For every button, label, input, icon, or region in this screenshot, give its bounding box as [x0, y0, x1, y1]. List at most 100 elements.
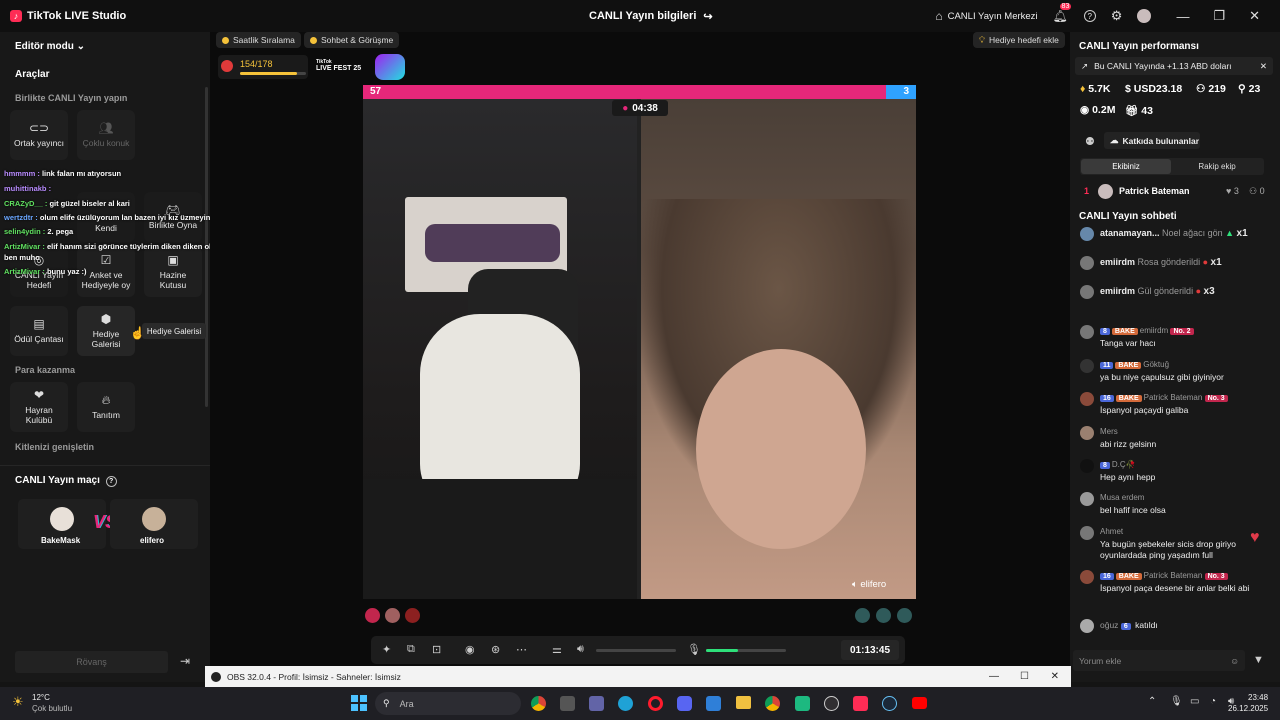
contributors-button[interactable]: ☁ Katkıda bulunanlar	[1104, 132, 1200, 149]
steam-icon[interactable]	[882, 696, 897, 711]
chat-meet-button[interactable]: Sohbet & Görüşme	[304, 32, 400, 48]
tray-mic-icon[interactable]: 🎙︎	[1170, 696, 1183, 707]
contributor-name: Patrick Bateman	[1119, 186, 1190, 196]
comment-input[interactable]: Yorum ekle ☺	[1073, 650, 1245, 671]
obs-minimize-button[interactable]: —	[989, 671, 999, 682]
mic-level-track[interactable]	[706, 649, 786, 652]
tray-network-icon[interactable]: ◔	[1210, 696, 1216, 707]
chat-comment[interactable]: Ahmet Ya bugün şebekeler sicis drop giriy…	[1080, 526, 1270, 562]
discord-icon[interactable]	[677, 696, 692, 711]
settings-icon[interactable]: ⚙	[1111, 8, 1123, 24]
youtube-icon[interactable]	[912, 697, 927, 709]
tool-reward-bag[interactable]: ▤ Ödül Çantası	[10, 306, 68, 356]
top-gifter-avatars[interactable]	[365, 608, 425, 624]
exit-icon[interactable]: ⇥	[180, 654, 190, 668]
tray-chevron-icon[interactable]: ⌃	[1148, 696, 1156, 707]
microphone-icon[interactable]: 🎙︎	[687, 643, 701, 656]
pillow	[425, 224, 560, 262]
help-icon[interactable]: ?	[1083, 10, 1096, 22]
player2-card[interactable]: elifero	[110, 499, 198, 549]
clock-time[interactable]: 23:48	[1248, 693, 1268, 702]
volume-icon[interactable]: 🔊︎	[577, 643, 584, 656]
gifter-avatar	[385, 608, 400, 623]
coin-icon	[310, 36, 317, 44]
rematch-button[interactable]: Rövanş	[15, 651, 168, 673]
teams-icon[interactable]	[589, 696, 604, 711]
store-icon[interactable]	[560, 696, 575, 711]
obs-window-titlebar[interactable]: OBS 32.0.4 - Profil: İsimsiz - Sahneler:…	[205, 666, 1071, 687]
chat-comment[interactable]: Musa erdem bel hafif ince olsa	[1080, 492, 1270, 518]
start-button[interactable]	[351, 695, 367, 711]
scene-icon[interactable]: ⧉	[407, 643, 415, 656]
taskbar-search[interactable]: ⚲ Ara	[375, 692, 521, 715]
tool-cohost[interactable]: ⊂⊃ Ortak yayıncı	[10, 110, 68, 160]
camera-effect-icon[interactable]: ⊛	[491, 643, 500, 656]
live-info-button[interactable]: CANLI Yayın bilgileri ↪	[589, 10, 713, 23]
chat-comment[interactable]: 8 BAKE emiirdm No. 2 Tanga var hacı	[1080, 325, 1270, 351]
obs-close-button[interactable]: ✕	[1051, 671, 1059, 682]
player2-avatar	[142, 507, 166, 531]
editor-mode-dropdown[interactable]: Editör modu ⌄	[15, 41, 85, 52]
gift-progress-widget[interactable]: 154/178	[218, 55, 308, 79]
obs-taskbar-icon[interactable]	[824, 696, 839, 711]
explorer-icon[interactable]	[736, 696, 751, 709]
close-button[interactable]: ✕	[1249, 8, 1260, 24]
chat-comment[interactable]: 8 D.Ç🥀 Hep aynı hepp	[1080, 459, 1270, 485]
chat-comment[interactable]: 16 BAKE Patrick Bateman No. 3 İspanyol paça…	[1080, 570, 1270, 606]
mail-icon[interactable]	[706, 696, 721, 711]
chat-comment[interactable]: 16 BAKE Patrick Bateman No. 3 İspanyol paça…	[1080, 392, 1270, 418]
opera-icon[interactable]	[648, 696, 663, 711]
clock-date[interactable]: 26.12.2025	[1228, 704, 1268, 713]
info-icon[interactable]: ?	[105, 476, 117, 487]
tool-multi-guest[interactable]: 👥︎ Çoklu konuk	[77, 110, 135, 160]
rose-gift-icon: ●	[1202, 257, 1209, 267]
tab-rival-team[interactable]: Rakip ekip	[1172, 159, 1262, 174]
rose-gift-icon: ●	[1195, 286, 1202, 296]
rose-icon	[221, 60, 233, 72]
magic-wand-icon[interactable]: ✦	[382, 643, 391, 656]
banner-close-icon[interactable]: ✕	[1260, 61, 1267, 72]
weather-temp[interactable]: 12°C	[32, 693, 50, 702]
chrome2-icon[interactable]	[765, 696, 780, 711]
contributor-row[interactable]: 1 Patrick Bateman ♥ 3 ⚇ 0	[1080, 184, 1270, 200]
tool-fan-club[interactable]: ❤︎ Hayran Kulübü	[10, 382, 68, 432]
host-video	[363, 99, 637, 599]
more-icon[interactable]: ⋯	[516, 643, 527, 656]
tiktok-taskbar-icon[interactable]	[853, 696, 868, 711]
viewers-icon: ⚇	[1196, 83, 1206, 95]
volume-slider[interactable]	[596, 649, 676, 652]
live-center-link[interactable]: CANLI Yayın Merkezi	[948, 11, 1038, 22]
layout-icon[interactable]: ⊡	[432, 643, 441, 656]
obs-maximize-button[interactable]: ☐	[1020, 671, 1029, 682]
app-icon[interactable]	[795, 696, 810, 711]
chrome-icon[interactable]	[531, 696, 546, 711]
tool-gift-gallery[interactable]: ⬢ Hediye Galerisi	[77, 306, 135, 356]
team-badge: BAKE	[1111, 328, 1138, 335]
chat-comment[interactable]: Mers abi rizz gelsinn	[1080, 426, 1270, 452]
send-icon[interactable]: ▼	[1253, 654, 1264, 666]
record-icon[interactable]: ◉	[465, 643, 475, 656]
mixer-icon[interactable]: ⚌	[552, 643, 562, 656]
add-gift-goal-button[interactable]: 💡︎ Hediye hedefi ekle	[973, 32, 1065, 48]
profile-avatar[interactable]	[1137, 9, 1152, 23]
bell-icon[interactable]: 🔔︎ 83	[1053, 3, 1072, 23]
tool-promotion[interactable]: 🔥︎ Tanıtım	[77, 382, 135, 432]
maximize-button[interactable]: ❐	[1213, 8, 1225, 24]
edge-icon[interactable]	[618, 696, 633, 711]
mic-level-fill	[706, 649, 738, 652]
emoji-icon[interactable]: ☺	[1230, 656, 1239, 666]
level-badge: 11	[1100, 362, 1114, 369]
tray-display-icon[interactable]: ▭	[1190, 696, 1199, 707]
weather-desc[interactable]: Çok bulutlu	[32, 704, 72, 713]
seat-icon	[855, 608, 870, 623]
contributor-heart-count: ♥ 3	[1226, 186, 1239, 196]
guest-seat-icons[interactable]	[855, 608, 915, 624]
team-tabs: Ekibiniz Rakip ekip	[1080, 158, 1264, 175]
search-icon: ⚲	[383, 698, 390, 708]
performance-banner[interactable]: ↗ Bu CANLI Yayında +1.13 ABD doları ✕	[1075, 57, 1273, 75]
chat-comment[interactable]: 11 BAKE Göktuğ ya bu niye çapulsuz gibi giy…	[1080, 359, 1270, 385]
home-icon[interactable]: ⌂	[935, 9, 942, 23]
tab-our-team[interactable]: Ekibiniz	[1081, 159, 1171, 174]
minimize-button[interactable]: —	[1176, 9, 1189, 24]
hourly-ranking-button[interactable]: Saatlik Sıralama	[216, 32, 301, 48]
